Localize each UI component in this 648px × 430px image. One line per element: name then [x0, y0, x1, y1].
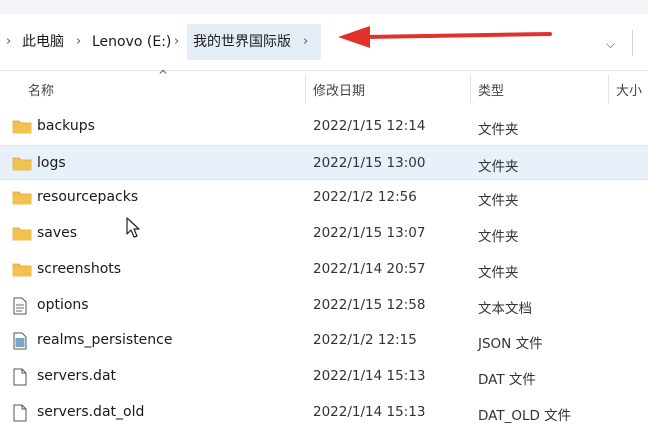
table-row[interactable]: servers.dat_old 2022/1/14 15:13 DAT_OLD 文件 — [0, 395, 648, 430]
column-name[interactable]: 名称 — [28, 80, 54, 99]
folder-icon — [12, 261, 32, 281]
file-name: realms_persistence — [37, 332, 173, 349]
table-row[interactable]: options 2022/1/15 12:58 文本文档 — [0, 288, 648, 323]
folder-icon — [12, 118, 32, 138]
json-file-icon — [12, 332, 28, 354]
file-name: logs — [37, 154, 66, 171]
column-divider[interactable] — [470, 74, 471, 104]
table-row[interactable]: resourcepacks 2022/1/2 12:56 文件夹 — [0, 180, 648, 215]
folder-icon — [12, 155, 32, 175]
file-type: DAT_OLD 文件 — [478, 407, 572, 424]
file-icon — [12, 368, 28, 390]
folder-icon — [12, 225, 32, 245]
column-divider[interactable] — [305, 74, 306, 104]
sort-up-icon[interactable]: ^ — [158, 68, 168, 82]
address-bar[interactable]: › 此电脑 › Lenovo (E:) › 我的世界国际版 › ⌵ — [0, 14, 648, 71]
file-date: 2022/1/2 12:56 — [313, 189, 417, 206]
breadcrumb-this-pc[interactable]: 此电脑 — [22, 31, 64, 53]
chevron-right-icon[interactable]: › — [174, 31, 179, 53]
mouse-cursor-icon — [126, 217, 140, 238]
file-date: 2022/1/14 15:13 — [313, 403, 426, 420]
column-date[interactable]: 修改日期 — [313, 80, 365, 99]
file-date: 2022/1/15 12:14 — [313, 118, 426, 134]
file-name: resourcepacks — [37, 189, 139, 206]
breadcrumb-current-folder[interactable]: 我的世界国际版 — [193, 31, 291, 53]
window-top-strip — [0, 0, 648, 14]
text-file-icon — [12, 297, 28, 319]
file-date: 2022/1/15 12:58 — [313, 296, 426, 313]
file-type: 文件夹 — [478, 193, 519, 210]
table-row[interactable]: servers.dat 2022/1/14 15:13 DAT 文件 — [0, 359, 648, 394]
table-row[interactable]: realms_persistence 2022/1/2 12:15 JSON 文件 — [0, 323, 648, 358]
chevron-right-icon[interactable]: › — [6, 31, 11, 53]
table-row[interactable]: backups 2022/1/15 12:14 文件夹 — [0, 109, 648, 144]
file-icon — [12, 404, 28, 426]
table-row[interactable]: saves 2022/1/15 13:07 文件夹 — [0, 216, 648, 251]
file-type: 文件夹 — [478, 264, 519, 281]
table-row[interactable]: screenshots 2022/1/14 20:57 文件夹 — [0, 252, 648, 287]
column-divider[interactable] — [608, 74, 609, 104]
red-arrow-annotation-icon — [338, 26, 552, 48]
file-date: 2022/1/14 15:13 — [313, 367, 426, 384]
file-name: options — [37, 296, 89, 313]
chevron-right-icon[interactable]: › — [303, 31, 308, 53]
file-date: 2022/1/15 13:07 — [313, 225, 426, 242]
address-divider — [632, 30, 633, 56]
file-type: 文本文档 — [478, 300, 532, 317]
file-date: 2022/1/2 12:15 — [313, 332, 417, 349]
column-size[interactable]: 大小 — [616, 80, 642, 99]
file-name: screenshots — [37, 260, 122, 277]
file-name: saves — [37, 225, 78, 242]
file-type: DAT 文件 — [478, 371, 536, 388]
file-date: 2022/1/14 20:57 — [313, 260, 426, 277]
file-type: 文件夹 — [478, 122, 519, 138]
file-type: 文件夹 — [478, 158, 519, 175]
file-name: servers.dat — [37, 367, 117, 384]
folder-icon — [12, 189, 32, 209]
breadcrumb-drive[interactable]: Lenovo (E:) — [92, 31, 171, 53]
file-name: backups — [37, 118, 95, 134]
file-name: servers.dat_old — [37, 403, 145, 420]
chevron-right-icon[interactable]: › — [76, 31, 81, 53]
table-row[interactable]: logs 2022/1/15 13:00 文件夹 — [0, 144, 648, 180]
file-date: 2022/1/15 13:00 — [313, 154, 426, 171]
file-type: JSON 文件 — [478, 336, 543, 353]
file-type: 文件夹 — [478, 229, 519, 246]
column-header: ^ 名称 修改日期 类型 大小 — [0, 68, 648, 106]
column-type[interactable]: 类型 — [478, 80, 504, 99]
chevron-down-icon[interactable]: ⌵ — [606, 37, 615, 52]
